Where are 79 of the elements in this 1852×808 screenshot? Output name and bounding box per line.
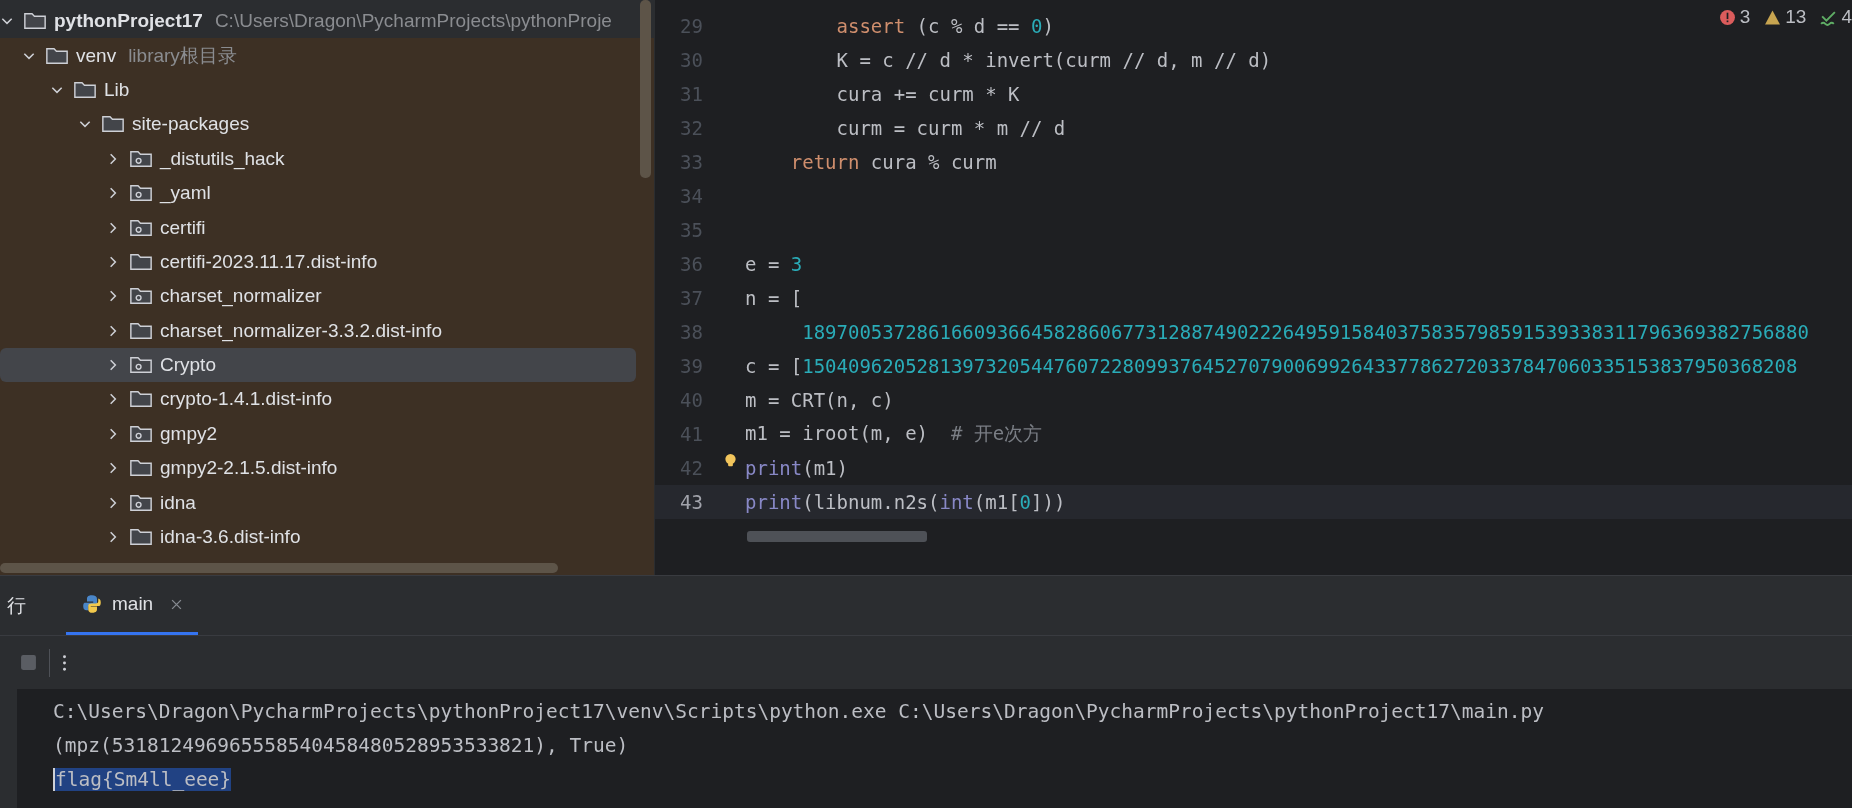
tree-item[interactable]: venv library根目录 xyxy=(0,38,636,73)
folder-icon xyxy=(130,322,152,339)
tree-item[interactable]: idna-3.6.dist-info xyxy=(0,519,636,555)
tree-item[interactable]: Crypto xyxy=(0,347,636,383)
lightbulb-icon[interactable] xyxy=(723,453,738,468)
package-folder-icon xyxy=(130,185,152,202)
tree-item[interactable]: gmpy2 xyxy=(0,416,636,452)
console-output: C:\Users\Dragon\PycharmProjects\pythonProject17\venv\Scripts\python.exe C:\Users\Dragon\PycharmProjects\pythonProject17\main.py xyxy=(53,700,1544,724)
close-icon[interactable] xyxy=(171,598,183,610)
code-line: n = [ xyxy=(745,287,803,309)
tree-item-label: Crypto xyxy=(160,354,216,377)
line-number: 43 xyxy=(679,491,703,513)
package-folder-icon xyxy=(130,425,152,442)
folder-icon xyxy=(24,13,46,30)
scrollbar-thumb[interactable] xyxy=(747,531,927,542)
tree-item-label: idna-3.6.dist-info xyxy=(160,526,301,549)
package-folder-icon xyxy=(130,288,152,305)
package-folder-icon xyxy=(130,494,152,511)
tree-item-label: Lib xyxy=(104,78,130,101)
folder-icon xyxy=(130,391,152,408)
tree-item[interactable]: Lib xyxy=(0,72,636,108)
folder-hint: library根目录 xyxy=(128,43,237,68)
folder-icon xyxy=(74,81,96,98)
warning-icon xyxy=(1764,8,1782,26)
code-line: 1897005372861660936645828606773128874902226495915840375835798591539338311796369382756880 xyxy=(801,321,1809,343)
tree-item[interactable]: charset_normalizer-3.3.2.dist-info xyxy=(0,313,636,348)
code-line: m = CRT(n, c) xyxy=(745,389,894,411)
code-line: cura += curm * К xyxy=(835,83,1020,105)
tree-item[interactable]: site-packages xyxy=(0,107,636,142)
tree-item-label: charset_normalizer-3.3.2.dist-info xyxy=(160,319,442,342)
package-folder-icon xyxy=(130,357,152,374)
tree-item-label: idna xyxy=(160,491,196,514)
tree-item[interactable]: _distutils_hack xyxy=(0,141,636,176)
tree-item-label: gmpy2-2.1.5.dist-info xyxy=(160,457,338,480)
tree-item[interactable]: crypto-1.4.1.dist-info xyxy=(0,382,636,417)
more-icon[interactable] xyxy=(62,653,67,672)
code-line: e = 3 xyxy=(745,253,803,275)
code-line: К = c // d * invert(curm // d, m // d) xyxy=(835,49,1272,71)
code-line: assert (c % d == 0) xyxy=(835,15,1054,37)
tree-item[interactable]: charset_normalizer xyxy=(0,279,636,314)
inspection-count[interactable]: 4 xyxy=(1841,6,1852,28)
code-line: c = [150409620528139732054476072280993764527079006992643377862720337847060335153837950368208 xyxy=(745,355,1798,377)
tree-item-label: venv xyxy=(76,44,117,67)
inspection-count[interactable]: 3 xyxy=(1739,6,1751,28)
python-icon xyxy=(82,594,102,614)
code-line: m1 = iroot(m, e) # 开e次方 xyxy=(745,421,1043,446)
code-line: print(libnum.n2s(int(m1[0])) xyxy=(745,491,1066,513)
code-line: return cura % curm xyxy=(789,151,997,173)
panel-title: 行 xyxy=(6,593,27,618)
code-line: print(m1) xyxy=(745,457,848,479)
folder-icon xyxy=(130,460,152,477)
folder-icon xyxy=(102,116,124,133)
code-line: curm = curm * m // d xyxy=(835,117,1066,139)
package-folder-icon xyxy=(130,219,152,236)
tree-item-label: _yaml xyxy=(160,182,211,205)
tree-item-label: gmpy2 xyxy=(160,422,218,445)
tree-item[interactable]: _yaml xyxy=(0,175,636,211)
tree-item-label: certifi-2023.11.17.dist-info xyxy=(160,250,378,273)
error-icon xyxy=(1718,8,1736,26)
tree-item[interactable]: gmpy2-2.1.5.dist-info xyxy=(0,451,636,486)
tree-item-label: _distutils_hack xyxy=(160,147,285,170)
console-output: flag{Sm4ll_eee} xyxy=(53,767,232,791)
project-path: C:\Users\Dragon\PycharmProjects\pythonProje xyxy=(214,10,612,33)
tree-item[interactable]: idna xyxy=(0,485,636,520)
tree-item[interactable]: certifi xyxy=(0,210,636,245)
scrollbar-thumb[interactable] xyxy=(0,563,558,573)
inspection-count[interactable]: 13 xyxy=(1785,6,1807,28)
tree-item-label: site-packages xyxy=(132,113,250,136)
scrollbar-thumb[interactable] xyxy=(640,0,651,178)
folder-icon xyxy=(130,529,152,546)
tree-item-label: charset_normalizer xyxy=(160,285,322,308)
folder-icon xyxy=(130,253,152,270)
tree-item-label: pythonProject17 xyxy=(54,10,203,33)
tree-item-label: crypto-1.4.1.dist-info xyxy=(160,388,333,411)
tree-item[interactable]: certifi-2023.11.17.dist-info xyxy=(0,244,636,280)
console-output: (mpz(531812496965558540458480528953533821), True) xyxy=(53,734,629,758)
folder-icon xyxy=(46,47,68,64)
package-folder-icon xyxy=(130,150,152,167)
tree-item-label: certifi xyxy=(160,216,206,239)
